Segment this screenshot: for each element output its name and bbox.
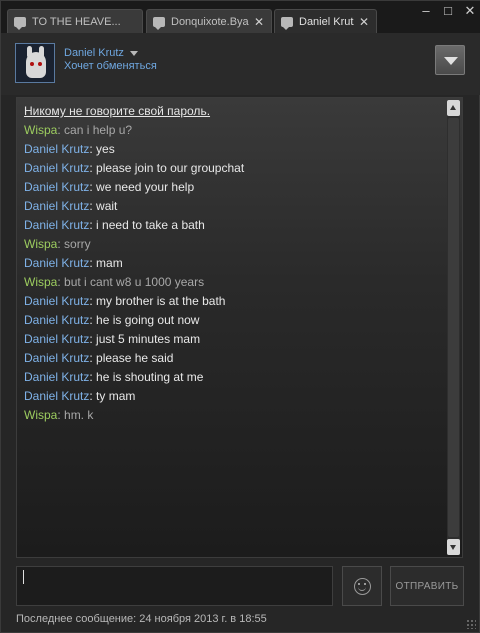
chat-message: Daniel Krutz: please join to our groupch… [24,159,444,178]
message-text: mam [96,256,123,270]
scroll-up-button[interactable] [447,100,460,116]
chat-message: Wispa: sorry [24,235,444,254]
message-text: just 5 minutes mam [96,332,201,346]
chat-message: Wispa: can i help u? [24,121,444,140]
message-text: please join to our groupchat [96,161,245,175]
friend-status: Хочет обменяться [64,60,157,72]
avatar[interactable] [15,43,55,83]
chat-message: Daniel Krutz: just 5 minutes mam [24,330,444,349]
close-tab-icon[interactable]: ✕ [253,15,265,29]
chat-message: Wispa: hm. k [24,406,444,425]
friend-name-text: Daniel Krutz [64,47,124,59]
message-sender[interactable]: Daniel Krutz [24,161,89,175]
message-sender[interactable]: Wispa [24,275,57,289]
chat-message: Daniel Krutz: we need your help [24,178,444,197]
message-sender[interactable]: Daniel Krutz [24,294,89,308]
sender-separator: : [57,408,65,422]
send-button[interactable]: ОТПРАВИТЬ [390,566,464,606]
maximize-icon[interactable]: □ [441,3,455,19]
message-input[interactable] [16,566,333,606]
message-sender[interactable]: Wispa [24,123,57,137]
avatar-bunny [26,52,46,78]
message-sender[interactable]: Daniel Krutz [24,218,89,232]
emoticon-button[interactable] [342,566,382,606]
chat-bubble-icon [14,16,26,30]
message-text: wait [96,199,118,213]
tab-daniel-krutz[interactable]: Daniel Krutz ✕ [274,9,377,33]
chat-message: Wispa: but i cant w8 u 1000 years [24,273,444,292]
message-text: we need your help [96,180,195,194]
tab-donquixote[interactable]: Donquixote.Bya ✕ [146,9,272,33]
message-text: sorry [64,237,91,251]
message-text: hm. k [64,408,94,422]
message-text: i need to take a bath [96,218,205,232]
chat-message: Daniel Krutz: yes [24,140,444,159]
sender-separator: : [57,237,65,251]
message-text: please he said [96,351,174,365]
sender-separator: : [57,275,65,289]
message-sender[interactable]: Daniel Krutz [24,313,89,327]
avatar-eye [38,62,42,66]
chat-message: Daniel Krutz: wait [24,197,444,216]
message-sender[interactable]: Wispa [24,408,57,422]
chat-bubble-icon [153,16,165,30]
chat-message: Daniel Krutz: he is shouting at me [24,368,444,387]
text-cursor [23,570,24,584]
tab-to-the-heave[interactable]: TO THE HEAVE... [7,9,143,33]
minimize-icon[interactable]: – [419,3,433,19]
message-text: can i help u? [64,123,133,137]
window-controls: – □ ✕ [419,3,477,19]
message-sender[interactable]: Daniel Krutz [24,332,89,346]
tab-bar: TO THE HEAVE... Donquixote.Bya ✕ Daniel … [1,1,480,33]
close-tab-icon[interactable]: ✕ [358,15,370,29]
avatar-eye [30,62,34,66]
close-icon[interactable]: ✕ [463,3,477,19]
message-sender[interactable]: Daniel Krutz [24,389,89,403]
chevron-down-icon[interactable] [129,50,138,56]
message-text: my brother is at the bath [96,294,226,308]
tab-label: TO THE HEAVE... [32,15,121,28]
scroll-down-button[interactable] [447,539,460,555]
tab-label: Daniel Krutz [299,15,354,28]
message-sender[interactable]: Daniel Krutz [24,199,89,213]
chat-message: Daniel Krutz: please he said [24,349,444,368]
chat-message: Daniel Krutz: i need to take a bath [24,216,444,235]
tab-label: Donquixote.Bya [171,15,249,28]
sender-separator: : [57,123,65,137]
security-notice: Никому не говорите свой пароль. [24,104,211,118]
message-text: yes [96,142,115,156]
last-message-timestamp: Последнее сообщение: 24 ноября 2013 г. в… [16,613,267,625]
chat-message: Daniel Krutz: my brother is at the bath [24,292,444,311]
message-list: Никому не говорите свой пароль. Wispa: c… [24,102,444,425]
scrollbar[interactable] [447,100,460,555]
chat-window: TO THE HEAVE... Donquixote.Bya ✕ Daniel … [0,0,480,633]
chat-message: Daniel Krutz: mam [24,254,444,273]
message-text: but i cant w8 u 1000 years [64,275,205,289]
message-sender[interactable]: Daniel Krutz [24,370,89,384]
chat-message: Daniel Krutz: ty mam [24,387,444,406]
message-text: he is shouting at me [96,370,204,384]
message-sender[interactable]: Wispa [24,237,57,251]
message-text: he is going out now [96,313,200,327]
options-menu-button[interactable] [435,45,465,75]
chat-header: Daniel Krutz Хочет обменяться [1,33,480,95]
message-sender[interactable]: Daniel Krutz [24,180,89,194]
smiley-icon [354,578,371,595]
friend-name[interactable]: Daniel Krutz [64,47,138,59]
message-text: ty mam [96,389,136,403]
message-sender[interactable]: Daniel Krutz [24,142,89,156]
chat-bubble-icon [281,16,293,30]
message-sender[interactable]: Daniel Krutz [24,351,89,365]
resize-grip[interactable] [466,619,476,629]
chat-message: Daniel Krutz: he is going out now [24,311,444,330]
chat-log: Никому не говорите свой пароль. Wispa: c… [16,97,463,558]
message-sender[interactable]: Daniel Krutz [24,256,89,270]
scroll-thumb[interactable] [448,118,459,537]
